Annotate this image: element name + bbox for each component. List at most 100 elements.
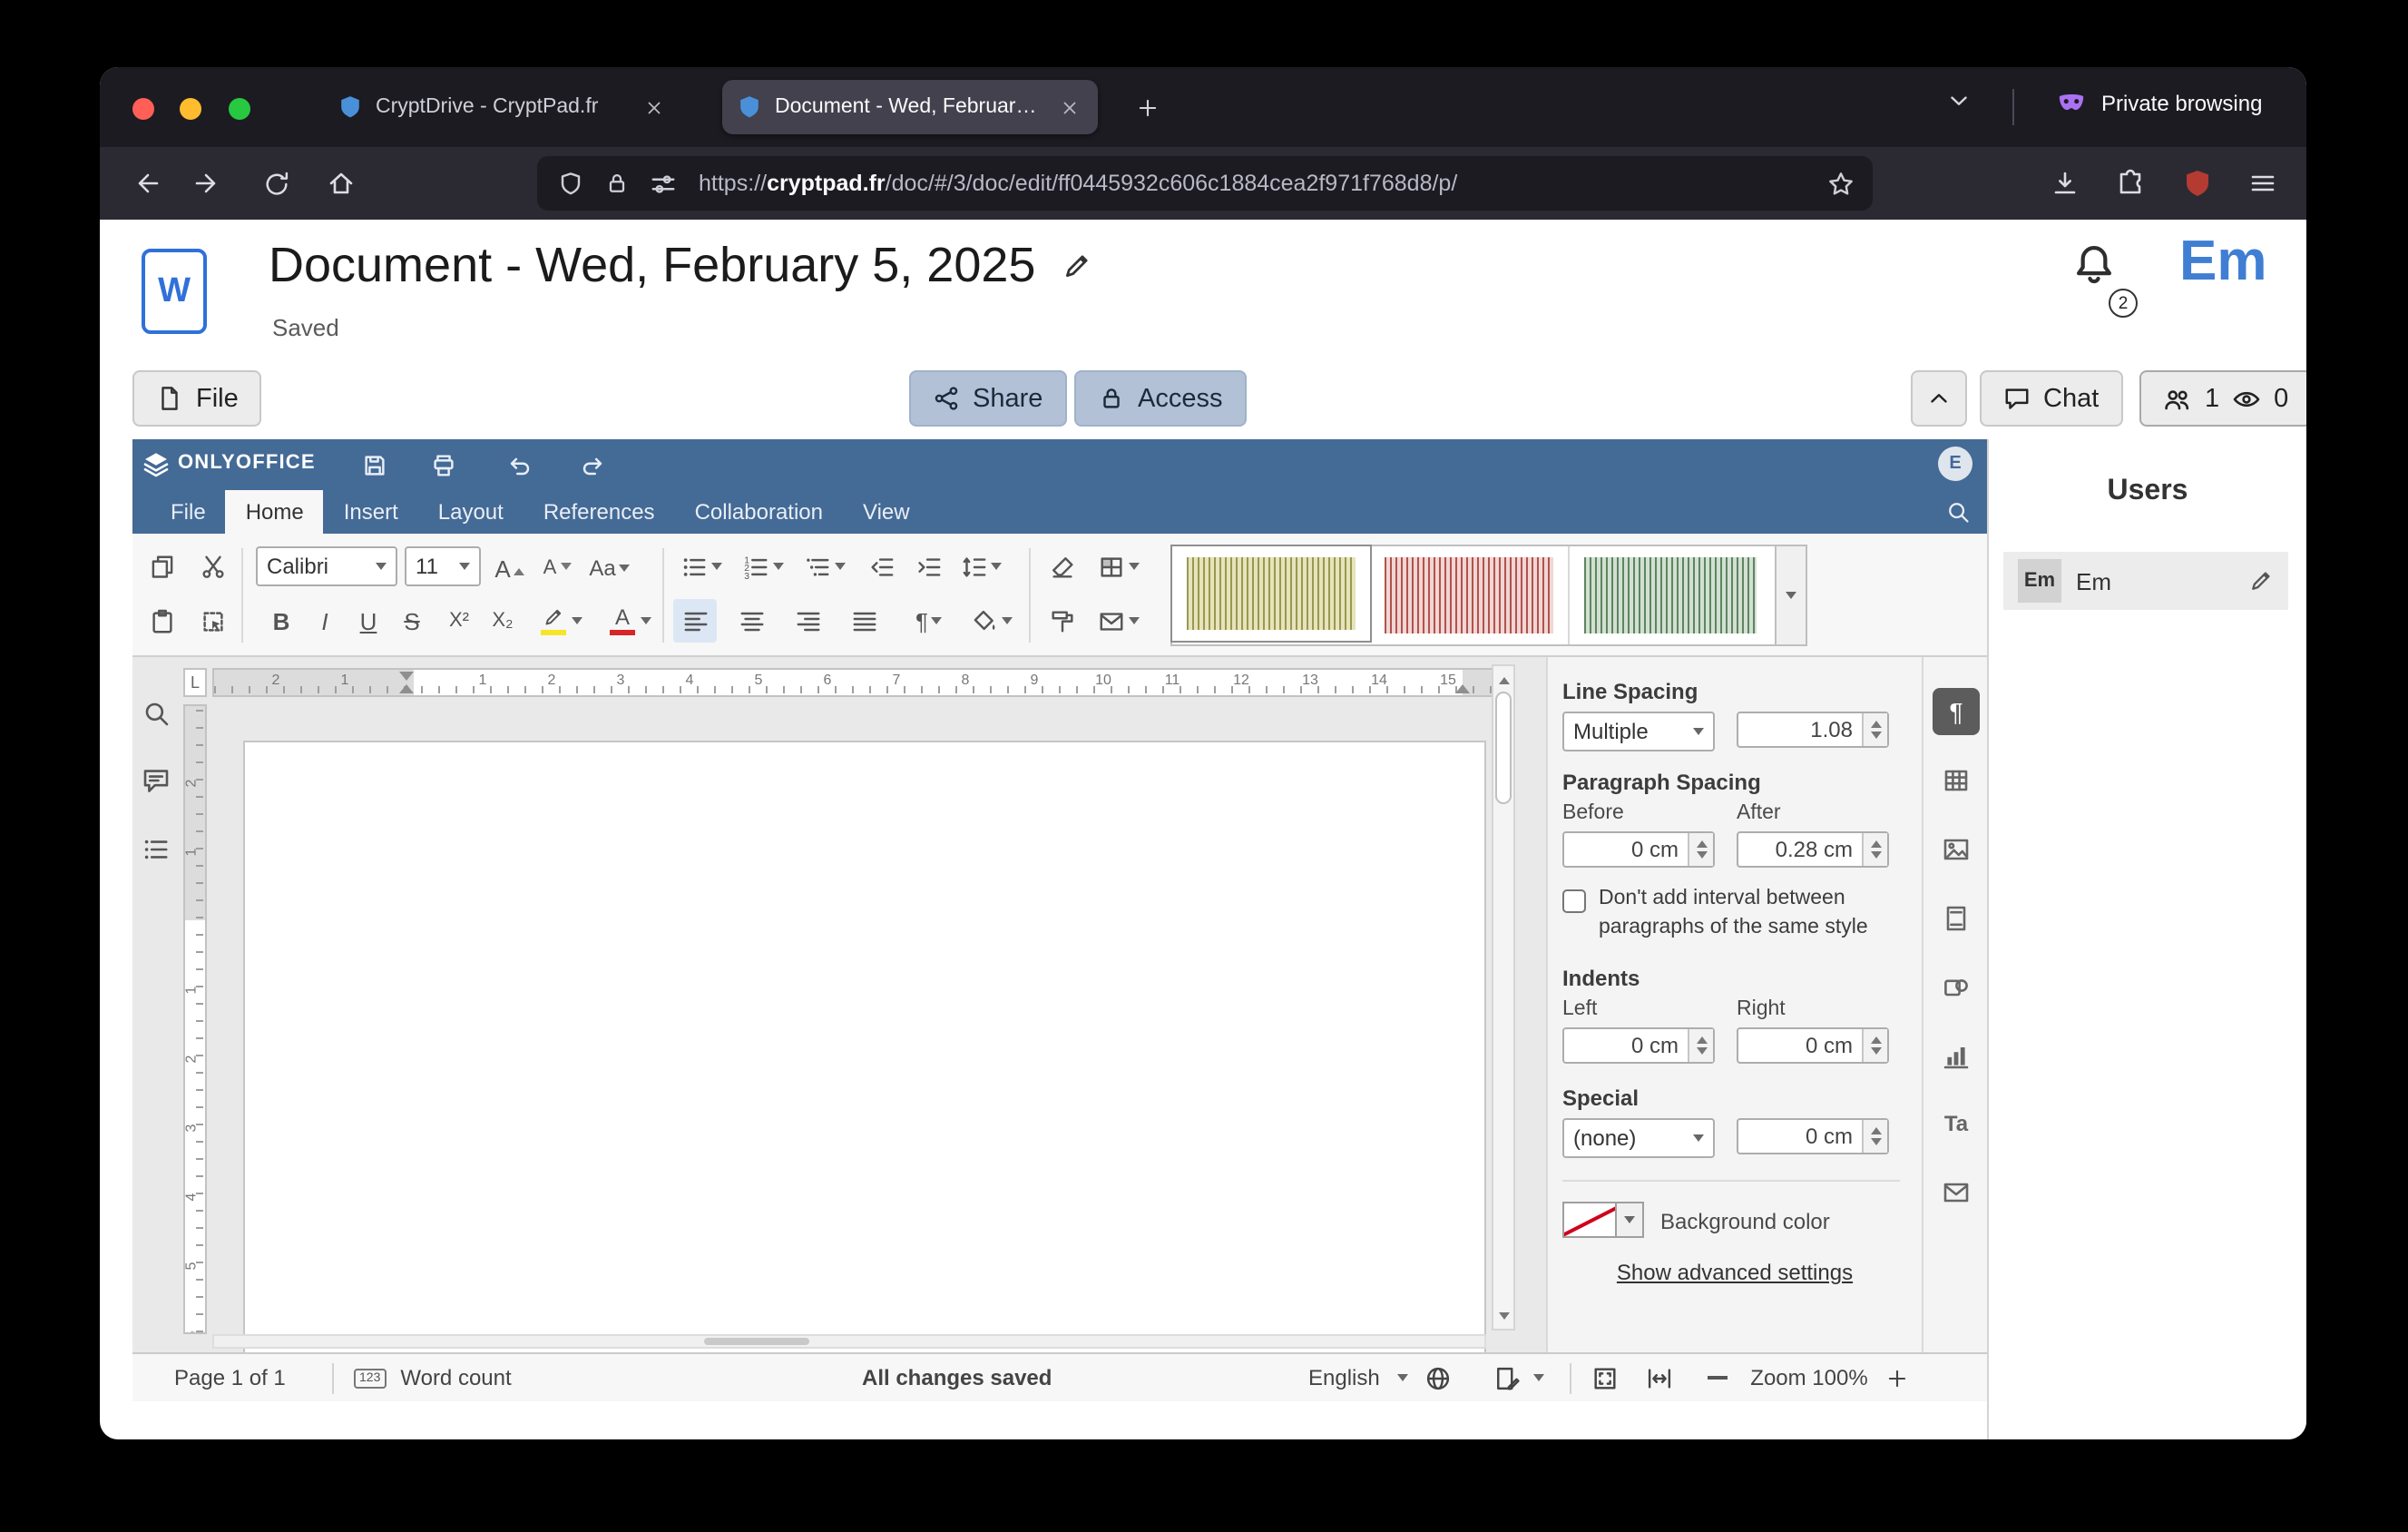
spinner-down-icon[interactable] (1696, 1046, 1707, 1059)
word-count-button[interactable]: 123 Word count (354, 1354, 512, 1401)
bold-button[interactable]: B (259, 599, 303, 643)
reload-button[interactable] (250, 158, 301, 209)
tab-cryptdrive[interactable]: CryptDrive - CryptPad.fr (323, 80, 682, 134)
image-settings-tab[interactable] (1938, 831, 1974, 868)
document-title[interactable]: Document - Wed, February 5, 2025 (269, 238, 1091, 294)
page-indicator[interactable]: Page 1 of 1 (174, 1354, 286, 1401)
decrease-indent-button[interactable] (858, 545, 902, 588)
menu-layout[interactable]: Layout (418, 490, 524, 534)
copy-style-button[interactable] (1040, 599, 1083, 643)
align-center-button[interactable] (729, 599, 773, 643)
user-menu-button[interactable]: Em (2179, 229, 2267, 294)
borders-shading-button[interactable] (1091, 545, 1145, 588)
decrease-font-button[interactable]: A (535, 546, 579, 590)
justify-button[interactable] (842, 599, 886, 643)
ublock-button[interactable] (2172, 158, 2223, 209)
close-window-button[interactable] (132, 98, 154, 120)
bullet-list-button[interactable] (673, 545, 728, 588)
paragraph-shading-button[interactable] (964, 599, 1018, 643)
spinner-up-icon[interactable] (1870, 1032, 1881, 1045)
strikethrough-button[interactable]: S (390, 599, 434, 643)
bookmark-star-icon[interactable] (1827, 170, 1855, 197)
v-ruler[interactable]: 21123456 (183, 704, 207, 1334)
scrollbar-thumb[interactable] (1495, 692, 1512, 804)
tab-document[interactable]: Document - Wed, February 5, 2 (722, 80, 1098, 134)
paste-button[interactable] (140, 599, 183, 643)
menu-collaboration[interactable]: Collaboration (675, 490, 843, 534)
url-bar[interactable]: https://cryptpad.fr/doc/#/3/doc/edit/ff0… (537, 156, 1873, 211)
rename-pencil-icon[interactable] (1061, 250, 1091, 281)
menu-file[interactable]: File (151, 490, 226, 534)
scrollbar-thumb[interactable] (704, 1338, 809, 1345)
file-menu-button[interactable]: File (132, 370, 262, 427)
copy-button[interactable] (140, 545, 183, 588)
numbered-list-button[interactable] (735, 545, 789, 588)
tab-stop-selector[interactable]: L (183, 668, 207, 697)
superscript-button[interactable]: X² (437, 599, 481, 643)
h-ruler[interactable]: 21123456789101112131415 (212, 668, 1493, 697)
connection-lock-icon[interactable] (604, 171, 630, 196)
spinner-down-icon[interactable] (1870, 731, 1881, 743)
style-gallery-item-3[interactable] (1570, 546, 1770, 644)
font-color-button[interactable]: A (601, 599, 659, 643)
increase-indent-button[interactable] (905, 545, 949, 588)
access-button[interactable]: Access (1074, 370, 1247, 427)
change-case-button[interactable]: Aa (582, 546, 637, 590)
line-spacing-select[interactable]: Multiple (1562, 712, 1715, 751)
vertical-scrollbar[interactable] (1492, 664, 1515, 1331)
clear-style-button[interactable] (1040, 545, 1083, 588)
left-indent-marker[interactable] (399, 684, 414, 693)
highlight-color-button[interactable] (532, 599, 590, 643)
right-indent-marker[interactable] (1455, 684, 1470, 693)
fit-width-button[interactable] (1646, 1354, 1673, 1401)
share-button[interactable]: Share (909, 370, 1066, 427)
home-button[interactable] (316, 158, 367, 209)
style-gallery-item-1[interactable] (1170, 545, 1371, 643)
language-selector[interactable]: English (1308, 1354, 1409, 1401)
back-button[interactable] (120, 158, 171, 209)
font-name-select[interactable]: Calibri (256, 546, 397, 586)
document-language-button[interactable] (1424, 1354, 1452, 1401)
user-list-item[interactable]: Em Em (2003, 552, 2288, 610)
align-left-button[interactable] (673, 599, 717, 643)
paragraph-settings-tab[interactable]: ¶ (1933, 688, 1980, 735)
forward-button[interactable] (183, 158, 234, 209)
scroll-down-button[interactable] (1493, 1307, 1513, 1329)
spacing-after-spinner[interactable]: 0.28 cm (1737, 831, 1889, 868)
style-gallery-expand-button[interactable] (1777, 545, 1807, 646)
font-size-select[interactable]: 11 (405, 546, 481, 586)
spinner-up-icon[interactable] (1870, 1123, 1881, 1135)
first-line-indent-marker[interactable] (399, 672, 414, 681)
line-spacing-spinner[interactable]: 1.08 (1737, 712, 1889, 748)
tracking-shield-icon[interactable] (557, 170, 584, 197)
extensions-button[interactable] (2105, 158, 2156, 209)
spellcheck-button[interactable] (1493, 1354, 1544, 1401)
downloads-button[interactable] (2040, 158, 2090, 209)
table-settings-tab[interactable] (1938, 762, 1974, 799)
no-interval-checkbox[interactable] (1562, 889, 1586, 913)
spacing-before-spinner[interactable]: 0 cm (1562, 831, 1715, 868)
close-tab-icon[interactable] (639, 93, 668, 122)
document-title-text[interactable]: Document - Wed, February 5, 2025 (269, 238, 1035, 294)
advanced-settings-link[interactable]: Show advanced settings (1548, 1260, 1922, 1285)
list-tabs-button[interactable] (1945, 87, 1972, 114)
underline-button[interactable]: U (347, 599, 390, 643)
multilevel-list-button[interactable] (797, 545, 851, 588)
spinner-down-icon[interactable] (1870, 850, 1881, 863)
rename-user-pencil-icon[interactable] (2248, 568, 2274, 594)
quick-save-button[interactable] (350, 448, 397, 481)
mail-merge-settings-tab[interactable] (1938, 1174, 1974, 1211)
collaborator-avatar[interactable]: E (1938, 447, 1972, 481)
align-right-button[interactable] (786, 599, 829, 643)
horizontal-scrollbar[interactable] (212, 1334, 1486, 1349)
cut-button[interactable] (191, 545, 234, 588)
chat-button[interactable]: Chat (1980, 370, 2122, 427)
spinner-down-icon[interactable] (1870, 1046, 1881, 1059)
minimize-window-button[interactable] (181, 98, 202, 120)
spinner-down-icon[interactable] (1696, 850, 1707, 863)
url-text[interactable]: https://cryptpad.fr/doc/#/3/doc/edit/ff0… (699, 171, 1809, 196)
menu-references[interactable]: References (524, 490, 675, 534)
find-button[interactable] (138, 695, 174, 732)
zoom-in-button[interactable] (1885, 1354, 1909, 1401)
scroll-up-button[interactable] (1493, 666, 1513, 688)
